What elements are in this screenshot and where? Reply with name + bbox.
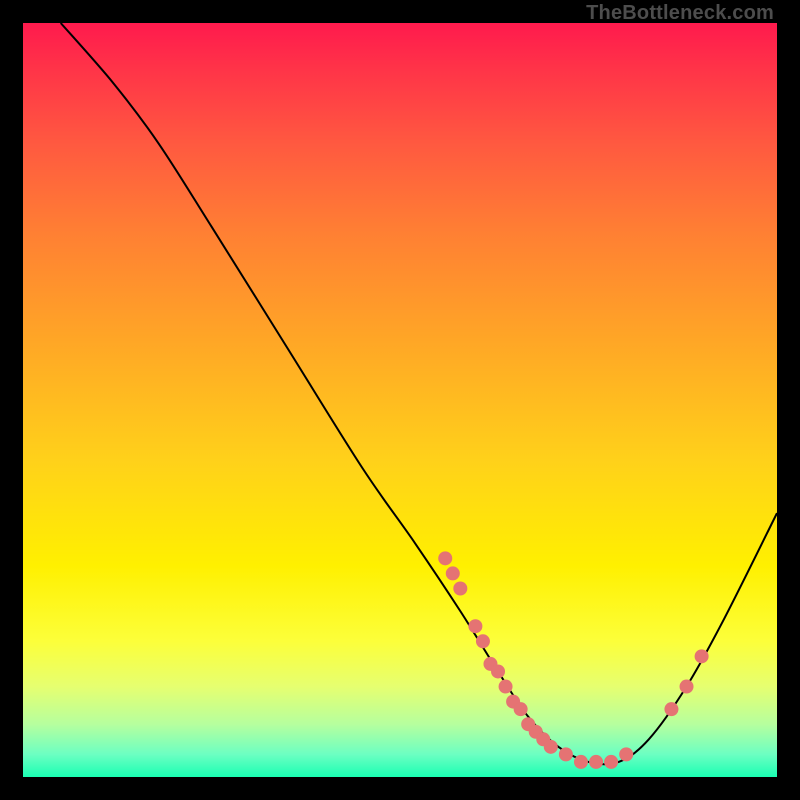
data-point bbox=[476, 634, 490, 648]
data-point bbox=[664, 702, 678, 716]
bottleneck-chart bbox=[23, 23, 777, 777]
data-point bbox=[491, 664, 505, 678]
data-point bbox=[589, 755, 603, 769]
data-point bbox=[544, 740, 558, 754]
data-point bbox=[619, 747, 633, 761]
data-points-group bbox=[438, 551, 708, 769]
data-point bbox=[468, 619, 482, 633]
data-point bbox=[446, 566, 460, 580]
data-point bbox=[695, 649, 709, 663]
data-point bbox=[453, 582, 467, 596]
watermark-text: TheBottleneck.com bbox=[586, 2, 774, 25]
data-point bbox=[559, 747, 573, 761]
data-point bbox=[680, 680, 694, 694]
data-point bbox=[514, 702, 528, 716]
data-point bbox=[438, 551, 452, 565]
data-point bbox=[604, 755, 618, 769]
data-point bbox=[499, 680, 513, 694]
bottleneck-curve bbox=[61, 23, 777, 764]
data-point bbox=[574, 755, 588, 769]
